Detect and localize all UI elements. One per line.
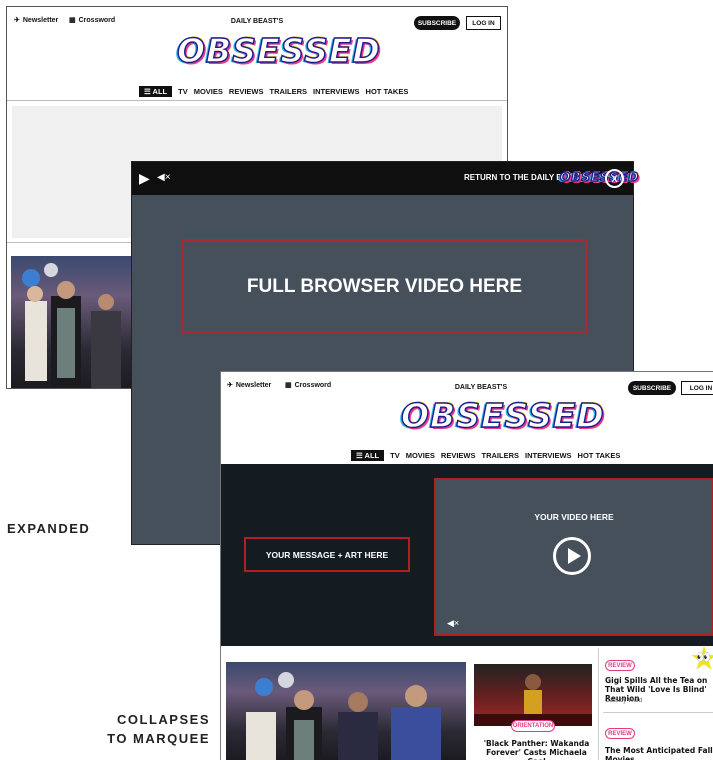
nav-tv[interactable]: TV (178, 87, 188, 96)
mute-icon[interactable]: ◀× (447, 618, 459, 629)
nav-all[interactable]: ☰ ALL (139, 86, 173, 97)
crossword-link[interactable]: ▦ Crossword (69, 16, 116, 25)
expanded-label: EXPANDED (7, 521, 91, 536)
nav-trailers[interactable]: TRAILERS (482, 451, 520, 460)
logo-kicker: DAILY BEAST'S (454, 384, 508, 391)
main-story-photo[interactable] (226, 662, 466, 760)
logo-kicker: DAILY BEAST'S (230, 18, 284, 25)
nav-movies[interactable]: MOVIES (194, 87, 223, 96)
video-placeholder-label: YOUR VIDEO HERE (534, 512, 614, 522)
right-story-1-tag[interactable]: REVIEW (605, 660, 635, 671)
right-story-2-tag[interactable]: REVIEW (605, 728, 635, 739)
subscribe-button[interactable]: SUBSCRIBE (628, 381, 676, 395)
return-logo[interactable]: OBSESSED (559, 167, 639, 187)
nav-trailers[interactable]: TRAILERS (270, 87, 308, 96)
paper-plane-icon: ✈ (227, 382, 233, 389)
close-button[interactable]: X (605, 169, 624, 188)
crossword-icon: ▦ (285, 382, 292, 389)
newsletter-link[interactable]: ✈ Newsletter (14, 16, 59, 25)
play-button-icon[interactable] (553, 537, 591, 575)
right-story-1-byline: Cassidy Ward (605, 698, 643, 704)
googly-eyes-icon: 👀 (696, 650, 711, 664)
message-art-placeholder: YOUR MESSAGE + ART HERE (244, 537, 410, 572)
nav-all-label: ALL (152, 87, 168, 96)
nav-hot-takes[interactable]: HOT TAKES (366, 87, 409, 96)
play-icon[interactable]: ▶ (139, 170, 150, 187)
center-story-headline[interactable]: 'Black Panther: Wakanda Forever' Casts M… (479, 739, 594, 760)
column-divider (598, 648, 599, 760)
hero-photo-art (22, 263, 121, 388)
center-story-tag[interactable]: ORIENTATION (511, 720, 555, 732)
full-browser-video-placeholder: FULL BROWSER VIDEO HERE (182, 239, 587, 334)
main-story-photo-art (246, 672, 441, 760)
nav-interviews[interactable]: INTERVIEWS (313, 87, 360, 96)
nav-tv[interactable]: TV (390, 451, 400, 460)
nav-reviews[interactable]: REVIEWS (229, 87, 264, 96)
video-top-bar: ▶ ◀× RETURN TO THE DAILY BEAST'S OBSESSE… (132, 162, 639, 195)
nav-reviews[interactable]: REVIEWS (441, 451, 476, 460)
nav-interviews[interactable]: INTERVIEWS (525, 451, 572, 460)
hero-photo[interactable] (11, 256, 134, 388)
nav-bar: ☰ ALL TV MOVIES REVIEWS TRAILERS INTERVI… (139, 86, 408, 97)
crossword-label: Crossword (78, 16, 116, 24)
newsletter-label: Newsletter (22, 16, 59, 24)
nav-bar: ☰ ALL TV MOVIES REVIEWS TRAILERS INTERVI… (351, 450, 620, 461)
marquee-video-player[interactable]: YOUR VIDEO HERE ◀× (434, 478, 713, 636)
mute-icon[interactable]: ◀× (157, 172, 171, 183)
crossword-label: Crossword (294, 381, 332, 389)
story-divider (603, 712, 713, 713)
paper-plane-icon: ✈ (14, 17, 20, 24)
marquee-hero: YOUR MESSAGE + ART HERE YOUR VIDEO HERE … (221, 464, 713, 646)
nav-divider (7, 100, 507, 101)
obsessed-logo[interactable]: OBSESSED (176, 30, 380, 71)
front-page-frame: ✈ Newsletter ▦ Crossword DAILY BEAST'S O… (220, 371, 713, 760)
crossword-icon: ▦ (69, 17, 76, 24)
collapses-label-line2: TO MARQUEE (107, 731, 210, 746)
collapses-label-line1: COLLAPSES (117, 712, 210, 727)
subscribe-button[interactable]: SUBSCRIBE (414, 16, 460, 30)
nav-all[interactable]: ☰ ALL (351, 450, 385, 461)
center-story-photo[interactable] (474, 664, 592, 726)
login-button[interactable]: LOG IN (681, 381, 713, 395)
obsessed-logo[interactable]: OBSESSED (400, 395, 604, 436)
right-story-2-headline[interactable]: The Most Anticipated Fall Movies, (605, 746, 713, 760)
newsletter-link[interactable]: ✈ Newsletter (227, 381, 272, 390)
nav-all-label: ALL (364, 451, 380, 460)
nav-movies[interactable]: MOVIES (406, 451, 435, 460)
nav-hot-takes[interactable]: HOT TAKES (578, 451, 621, 460)
play-triangle (568, 548, 581, 564)
center-story-photo-art (474, 674, 592, 726)
crossword-link[interactable]: ▦ Crossword (285, 381, 332, 390)
newsletter-label: Newsletter (235, 381, 272, 389)
login-button[interactable]: LOG IN (466, 16, 501, 30)
